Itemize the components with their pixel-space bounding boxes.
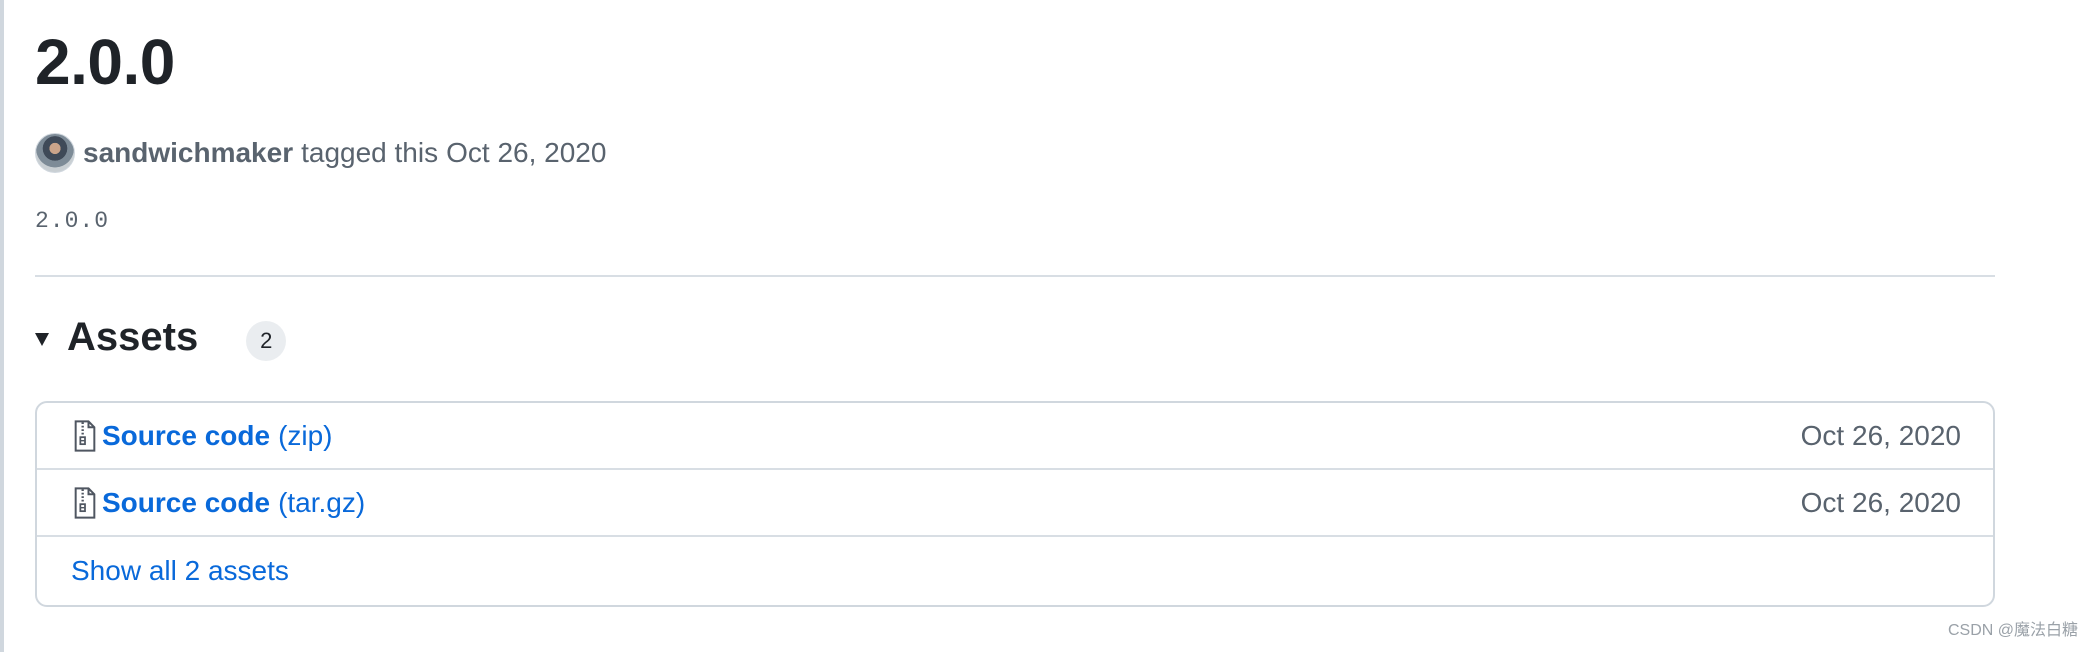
asset-date: Oct 26, 2020: [1800, 419, 1961, 451]
release-meta: sandwichmaker tagged this Oct 26, 2020: [35, 132, 606, 174]
release-title: 2.0.0: [35, 26, 175, 98]
asset-row-tar-gz: Source code (tar.gz) Oct 26, 2020: [37, 470, 1993, 537]
author-link[interactable]: sandwichmaker: [83, 137, 293, 169]
csdn-watermark: CSDN @魔法白糖: [1947, 622, 2078, 639]
triangle-down-icon[interactable]: [35, 332, 49, 346]
tar-gz-format-link[interactable]: (tar.gz): [278, 487, 365, 519]
assets-toggle[interactable]: Assets 2: [35, 310, 287, 364]
author-avatar[interactable]: [35, 133, 75, 173]
asset-row-zip: Source code (zip) Oct 26, 2020: [37, 403, 1993, 470]
asset-left: Source code (zip): [71, 419, 333, 453]
assets-heading: Assets: [67, 314, 199, 359]
show-all-assets-link[interactable]: Show all 2 assets: [71, 555, 289, 587]
zip-format-link[interactable]: (zip): [278, 420, 332, 452]
release-page: 2.0.0 sandwichmaker tagged this Oct 26, …: [35, 0, 1995, 652]
tagged-date: Oct 26, 2020: [446, 137, 607, 168]
show-all-row: Show all 2 assets: [37, 537, 1993, 605]
file-zip-icon: [74, 486, 96, 519]
asset-left: Source code (tar.gz): [71, 486, 365, 520]
source-code-zip-link[interactable]: Source code: [102, 420, 270, 452]
release-body: 2.0.0: [35, 208, 110, 234]
asset-date: Oct 26, 2020: [1800, 486, 1961, 518]
section-divider: [35, 275, 1995, 277]
source-code-tar-gz-link[interactable]: Source code: [102, 487, 270, 519]
file-zip-icon: [74, 419, 96, 452]
assets-count-badge: 2: [246, 321, 287, 361]
left-border-rule: [0, 0, 4, 652]
assets-list: Source code (zip) Oct 26, 2020 Source co…: [35, 401, 1995, 607]
tagged-text: tagged this: [301, 137, 439, 168]
